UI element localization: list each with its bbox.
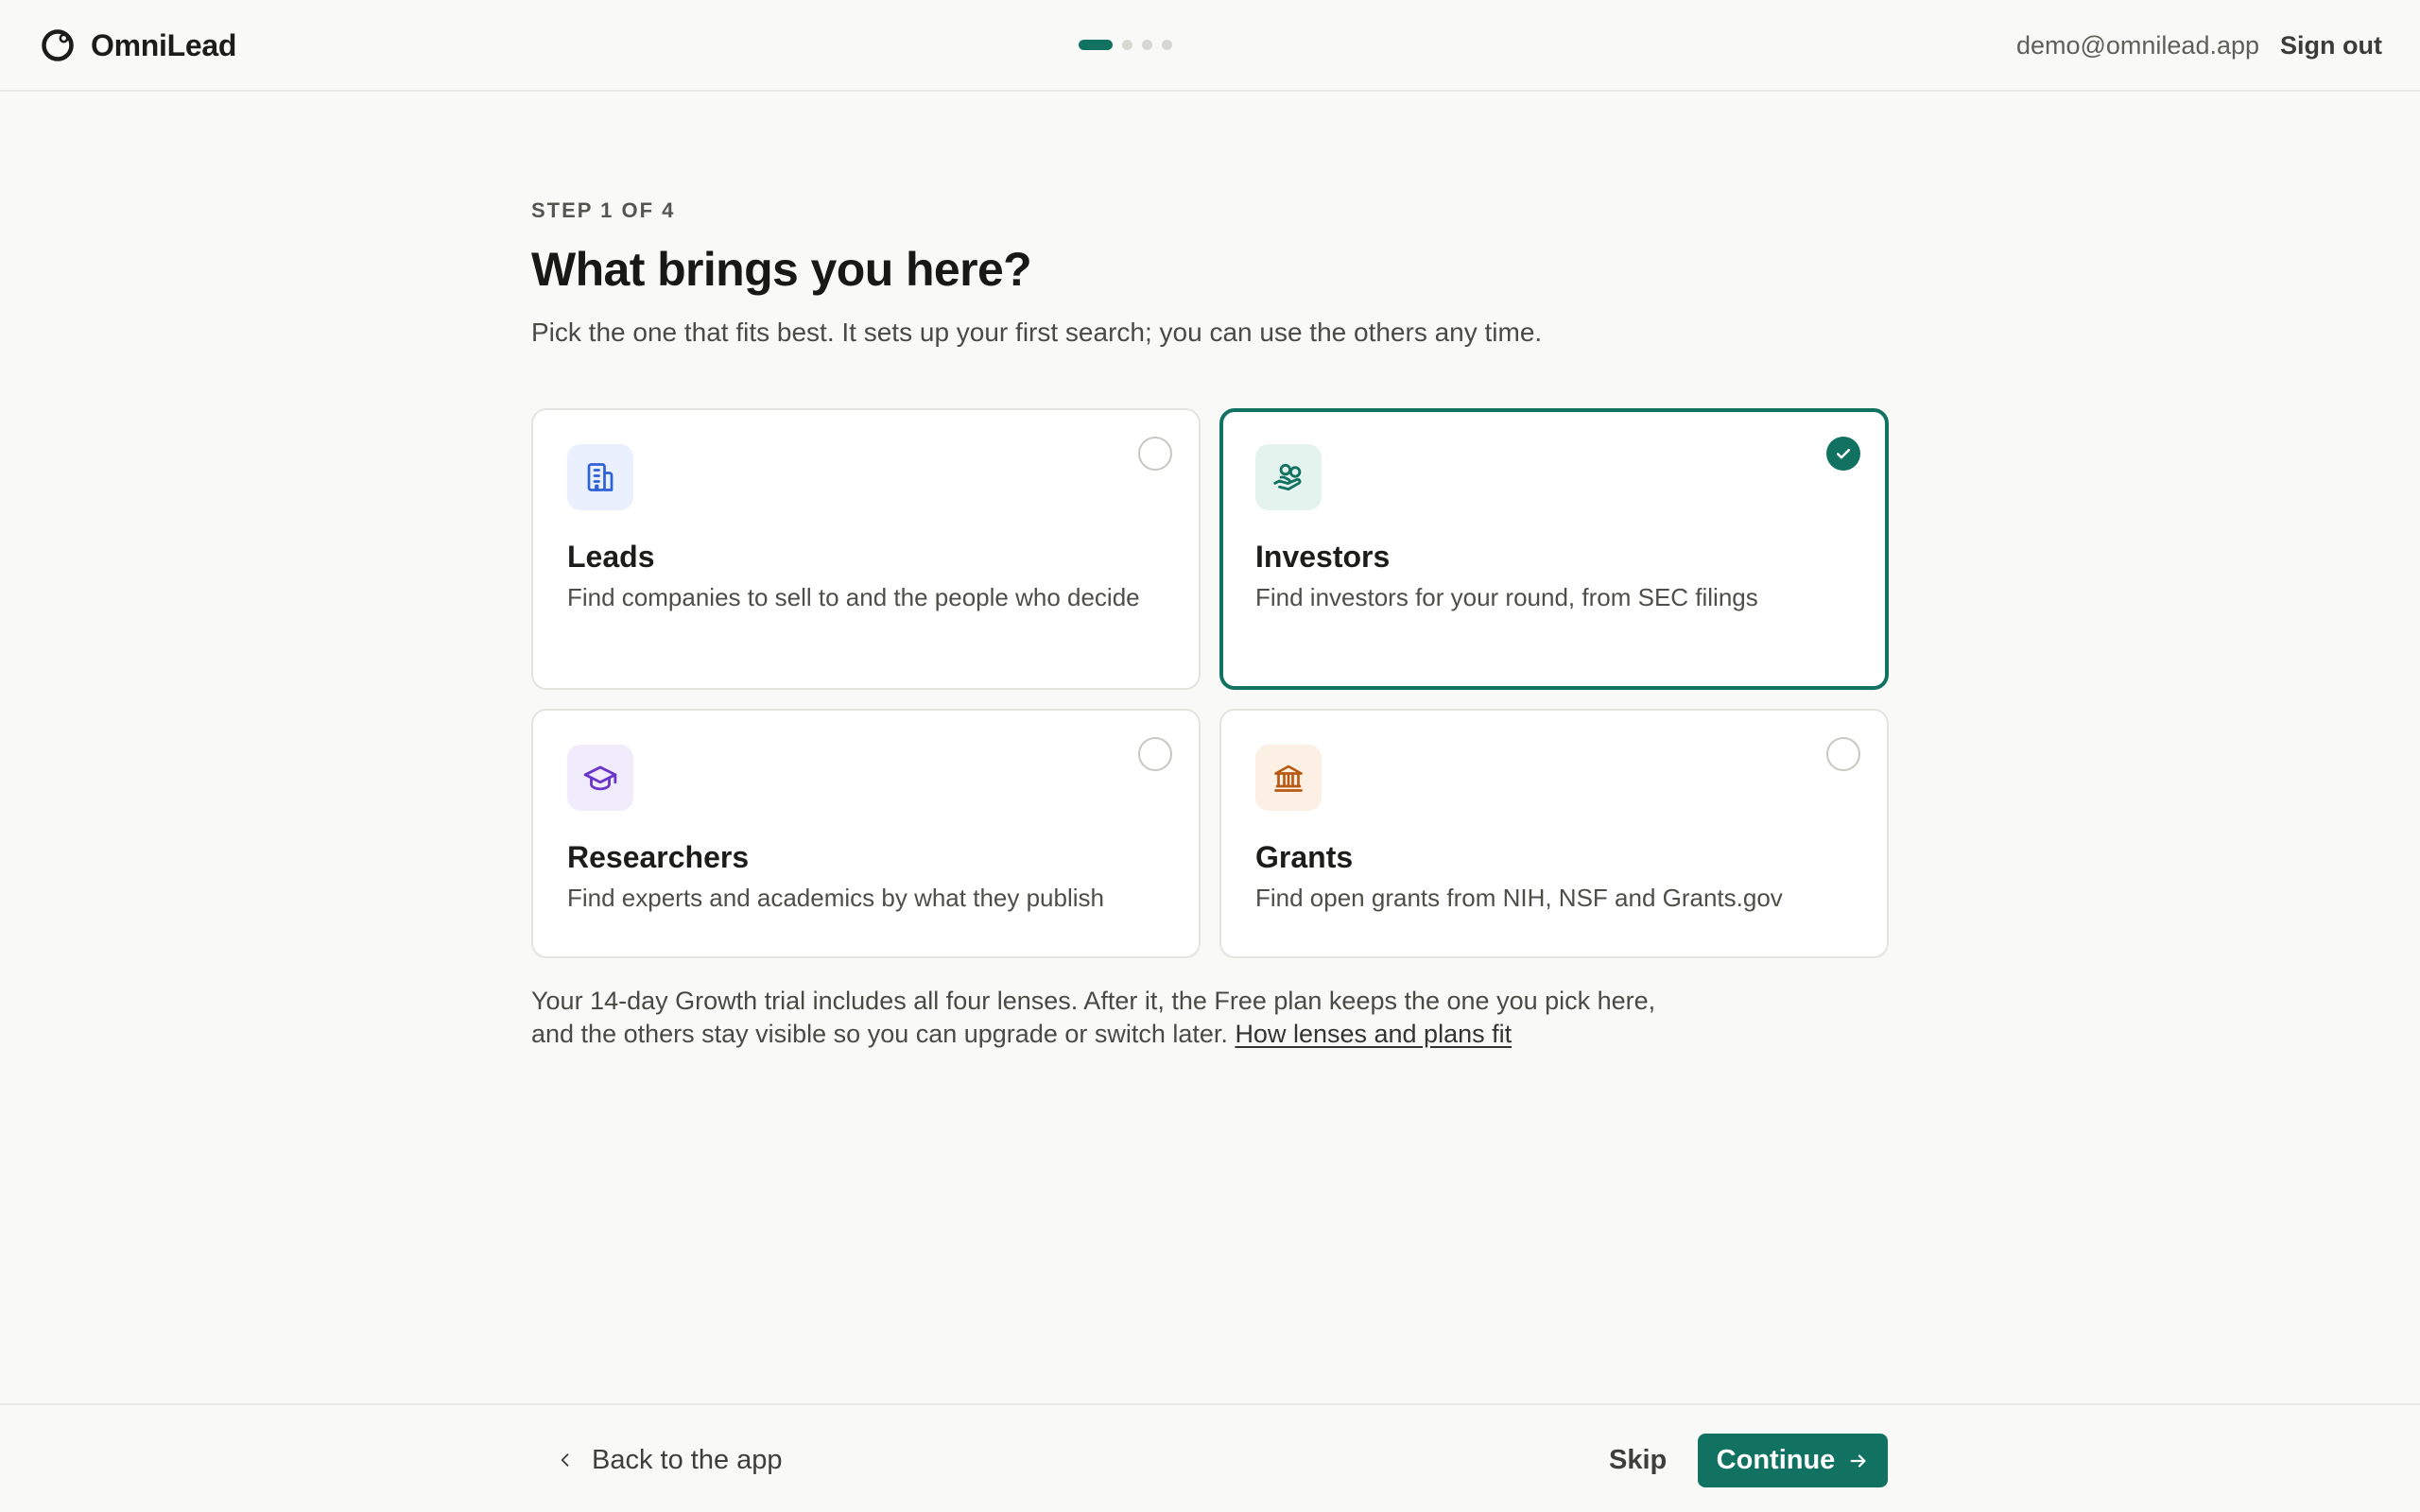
- continue-button[interactable]: Continue: [1698, 1434, 1888, 1487]
- page-subtitle: Pick the one that fits best. It sets up …: [531, 318, 1543, 347]
- option-title: Leads: [567, 540, 655, 574]
- check-icon: [1836, 449, 1851, 459]
- option-icon-box: [1255, 745, 1322, 811]
- progress-dot-4: [1162, 39, 1172, 50]
- progress-dot-3: [1142, 39, 1152, 50]
- option-icon-box: [567, 745, 633, 811]
- account-area: demo@omnilead.app Sign out: [2016, 26, 2382, 64]
- page-title: What brings you here?: [531, 243, 1032, 296]
- continue-label: Continue: [1716, 1445, 1836, 1475]
- back-label: Back to the app: [592, 1444, 783, 1475]
- option-description: Find experts and academics by what they …: [567, 884, 1104, 912]
- graduation-cap-icon: [583, 765, 617, 791]
- back-to-app-button[interactable]: Back to the app: [556, 1441, 783, 1479]
- option-title: Investors: [1255, 540, 1391, 574]
- step-progress: [1079, 39, 1172, 50]
- option-card-grants[interactable]: Grants Find open grants from NIH, NSF an…: [1219, 709, 1889, 958]
- option-description: Find companies to sell to and the people…: [567, 583, 1140, 611]
- account-email: demo@omnilead.app: [2015, 30, 2260, 60]
- option-icon-box: [567, 444, 633, 510]
- option-radio[interactable]: [1138, 737, 1172, 771]
- footer-bar: Back to the app Skip Continue: [0, 1403, 2420, 1512]
- omnilead-logo-icon: [42, 29, 74, 61]
- skip-button[interactable]: Skip: [1609, 1441, 1667, 1479]
- option-description: Find open grants from NIH, NSF and Grant…: [1255, 884, 1783, 912]
- option-radio[interactable]: [1826, 737, 1860, 771]
- option-radio[interactable]: [1138, 437, 1172, 471]
- option-card-leads[interactable]: Leads Find companies to sell to and the …: [531, 408, 1201, 690]
- step-label: STEP 1 OF 4: [531, 198, 676, 222]
- onboarding-step: STEP 1 OF 4 What brings you here? Pick t…: [531, 198, 1889, 1048]
- trial-note: Your 14-day Growth trial includes all fo…: [531, 985, 1666, 1051]
- landmark-icon: [1274, 765, 1303, 792]
- option-card-researchers[interactable]: Researchers Find experts and academics b…: [531, 709, 1201, 958]
- option-title: Researchers: [567, 840, 750, 874]
- app-name: OmniLead: [91, 27, 237, 62]
- brand[interactable]: OmniLead: [40, 26, 236, 64]
- progress-dot-2: [1122, 39, 1132, 50]
- progress-dot-1: [1079, 39, 1113, 50]
- option-selected-check[interactable]: [1826, 437, 1860, 471]
- chevron-left-icon: [561, 1453, 569, 1467]
- arrow-right-icon: [1850, 1453, 1866, 1468]
- sign-out-button[interactable]: Sign out: [2280, 31, 2382, 60]
- lenses-plans-link[interactable]: How lenses and plans fit: [1235, 1020, 1512, 1048]
- option-card-investors[interactable]: Investors Find investors for your round,…: [1219, 408, 1889, 690]
- hand-coins-icon: [1273, 463, 1302, 491]
- top-bar: OmniLead demo@omnilead.app Sign out: [0, 0, 2420, 92]
- option-icon-box: [1255, 444, 1322, 510]
- building-icon: [587, 463, 614, 491]
- option-title: Grants: [1255, 840, 1354, 874]
- option-description: Find investors for your round, from SEC …: [1255, 583, 1758, 611]
